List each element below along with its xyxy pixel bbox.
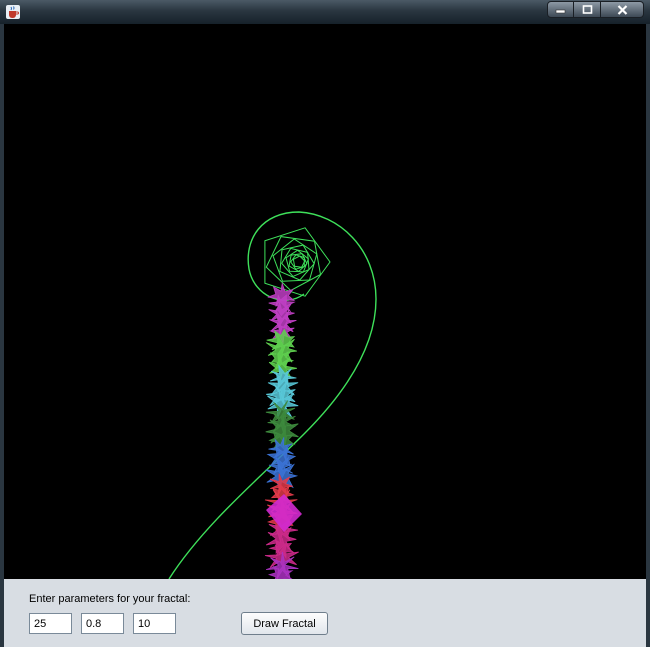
parameters-prompt: Enter parameters for your fractal: — [29, 593, 191, 605]
maximize-button[interactable] — [574, 1, 601, 18]
parameter-panel: Enter parameters for your fractal: Draw … — [4, 579, 646, 647]
fractal-canvas[interactable] — [4, 24, 646, 579]
parameter-field-3[interactable] — [133, 613, 176, 634]
close-button[interactable] — [601, 1, 644, 18]
parameter-field-2[interactable] — [81, 613, 124, 634]
minimize-button[interactable] — [547, 1, 574, 18]
spiral-polygon — [265, 236, 322, 292]
spiral-polygon — [264, 227, 331, 297]
minimize-icon — [555, 9, 566, 14]
window-border-right — [646, 24, 650, 647]
fractal-drawing — [168, 211, 377, 579]
java-cup-icon — [6, 5, 20, 19]
draw-fractal-button[interactable]: Draw Fractal — [241, 612, 328, 635]
application-window: Enter parameters for your fractal: Draw … — [0, 0, 650, 647]
maximize-icon — [582, 5, 592, 14]
title-bar[interactable] — [0, 0, 650, 24]
window-controls — [547, 1, 644, 18]
spiral-polygon — [281, 247, 310, 278]
close-icon — [617, 4, 627, 15]
spiral-polygon — [272, 238, 318, 282]
parameter-field-1[interactable] — [29, 613, 72, 634]
